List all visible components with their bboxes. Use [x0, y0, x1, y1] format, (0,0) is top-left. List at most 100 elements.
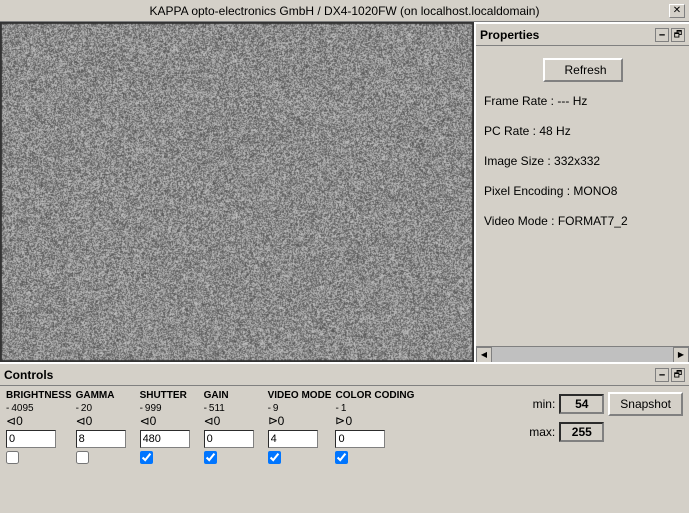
gain-min-val: 0: [214, 414, 221, 428]
gamma-slider-container: ⊲ 0: [76, 414, 93, 428]
pc-rate-label: PC Rate :: [484, 124, 536, 138]
min-row: min: Snapshot: [525, 392, 683, 416]
minimize-panel-button[interactable]: 🗕: [655, 28, 669, 42]
scroll-right-button[interactable]: ▶: [673, 347, 689, 363]
main-layout: Properties 🗕 🗗 Refresh Frame Rate : --- …: [0, 22, 689, 362]
controls-title: Controls: [4, 368, 53, 382]
frame-rate-label: Frame Rate :: [484, 94, 554, 108]
properties-content: Refresh Frame Rate : --- Hz PC Rate : 48…: [476, 46, 689, 252]
shutter-arrow: -: [140, 403, 143, 414]
gamma-arrow: -: [76, 403, 79, 414]
controls-restore-button[interactable]: 🗗: [671, 368, 685, 382]
properties-scrollbar: ◀ ▶: [476, 346, 689, 362]
title-bar: KAPPA opto-electronics GmbH / DX4-1020FW…: [0, 0, 689, 22]
scroll-track: [492, 347, 673, 363]
gain-group: GAIN - 511 ⊲ 0: [204, 390, 264, 464]
color-coding-max: 1: [341, 403, 347, 414]
properties-title: Properties: [480, 28, 539, 42]
camera-canvas: [0, 22, 474, 362]
color-coding-group: COLOR CODING - 1 ⊲ 0: [335, 390, 414, 464]
pixel-encoding-value: MONO8: [573, 184, 617, 198]
shutter-min-val: 0: [150, 414, 157, 428]
brightness-range: - 4095: [6, 403, 34, 414]
controls-minimize-button[interactable]: 🗕: [655, 368, 669, 382]
video-mode-arrow: -: [268, 403, 271, 414]
gain-checkbox[interactable]: [204, 451, 217, 464]
min-label: min:: [525, 397, 555, 411]
shutter-input[interactable]: [140, 430, 190, 448]
video-mode-label: VIDEO MODE: [268, 390, 332, 401]
brightness-arrow: -: [6, 403, 9, 414]
color-coding-checkbox[interactable]: [335, 451, 348, 464]
video-mode-group: VIDEO MODE - 9 ⊲ 0: [268, 390, 332, 464]
video-mode-slider-container: ⊲ 0: [268, 414, 285, 428]
shutter-checkbox[interactable]: [140, 451, 153, 464]
video-mode-label: Video Mode :: [484, 214, 555, 228]
video-mode-max: 9: [273, 403, 279, 414]
pixel-encoding-row: Pixel Encoding : MONO8: [484, 184, 681, 198]
refresh-button[interactable]: Refresh: [543, 58, 623, 82]
snapshot-button[interactable]: Snapshot: [608, 392, 683, 416]
gain-range: - 511: [204, 403, 225, 414]
image-size-row: Image Size : 332x332: [484, 154, 681, 168]
brightness-checkbox[interactable]: [6, 451, 19, 464]
color-coding-min-val: 0: [346, 414, 353, 428]
properties-panel: Properties 🗕 🗗 Refresh Frame Rate : --- …: [474, 22, 689, 362]
frame-rate-row: Frame Rate : --- Hz: [484, 94, 681, 108]
max-row: max:: [525, 422, 683, 442]
shutter-range: - 999: [140, 403, 162, 414]
video-mode-row: Video Mode : FORMAT7_2: [484, 214, 681, 228]
min-input[interactable]: [559, 394, 604, 414]
brightness-group: BRIGHTNESS - 4095 ⊲ 0: [6, 390, 72, 464]
gain-label: GAIN: [204, 390, 229, 401]
brightness-max: 4095: [11, 403, 33, 414]
color-coding-label: COLOR CODING: [335, 390, 414, 401]
window-title: KAPPA opto-electronics GmbH / DX4-1020FW…: [20, 4, 669, 18]
brightness-min-val: 0: [16, 414, 23, 428]
gamma-group: GAMMA - 20 ⊲ 0: [76, 390, 136, 464]
close-button[interactable]: ✕: [669, 4, 685, 18]
image-size-label: Image Size :: [484, 154, 551, 168]
shutter-group: SHUTTER - 999 ⊲ 0: [140, 390, 200, 464]
panel-icons: 🗕 🗗: [655, 28, 685, 42]
gamma-checkbox[interactable]: [76, 451, 89, 464]
restore-panel-button[interactable]: 🗗: [671, 28, 685, 42]
brightness-input[interactable]: [6, 430, 56, 448]
max-input[interactable]: [559, 422, 604, 442]
gamma-min-val: 0: [86, 414, 93, 428]
video-mode-checkbox[interactable]: [268, 451, 281, 464]
gamma-slider-icon: ⊲: [76, 414, 86, 428]
controls-panel-icons: 🗕 🗗: [655, 368, 685, 382]
gain-input[interactable]: [204, 430, 254, 448]
shutter-max: 999: [145, 403, 162, 414]
color-coding-slider-icon: ⊲: [335, 414, 345, 428]
video-mode-input[interactable]: [268, 430, 318, 448]
scroll-left-button[interactable]: ◀: [476, 347, 492, 363]
controls-header: Controls 🗕 🗗: [0, 364, 689, 386]
color-coding-input[interactable]: [335, 430, 385, 448]
pc-rate-value: 48 Hz: [539, 124, 570, 138]
controls-body: BRIGHTNESS - 4095 ⊲ 0 GAMMA - 20 ⊲ 0: [0, 386, 689, 468]
pixel-encoding-label: Pixel Encoding :: [484, 184, 570, 198]
color-coding-arrow: -: [335, 403, 338, 414]
max-label: max:: [525, 425, 555, 439]
gamma-max: 20: [81, 403, 92, 414]
shutter-slider-icon: ⊲: [140, 414, 150, 428]
gamma-label: GAMMA: [76, 390, 115, 401]
gamma-range: - 20: [76, 403, 92, 414]
brightness-label: BRIGHTNESS: [6, 390, 72, 401]
gain-slider-container: ⊲ 0: [204, 414, 221, 428]
shutter-label: SHUTTER: [140, 390, 187, 401]
image-size-value: 332x332: [554, 154, 600, 168]
video-mode-value: FORMAT7_2: [558, 214, 628, 228]
gain-arrow: -: [204, 403, 207, 414]
gamma-input[interactable]: [76, 430, 126, 448]
color-coding-slider-container: ⊲ 0: [335, 414, 352, 428]
video-mode-slider-icon: ⊲: [268, 414, 278, 428]
brightness-slider-container: ⊲ 0: [6, 414, 23, 428]
gain-max: 511: [209, 403, 225, 414]
minmax-snapshot-group: min: Snapshot max:: [525, 390, 683, 464]
camera-view: [0, 22, 474, 362]
color-coding-range: - 1: [335, 403, 346, 414]
video-mode-min-val: 0: [278, 414, 285, 428]
